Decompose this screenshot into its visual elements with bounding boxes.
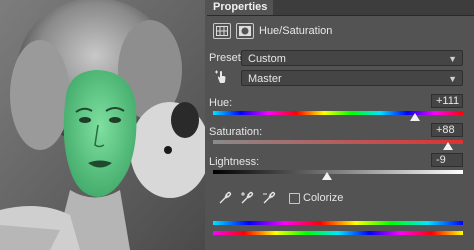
properties-panel: Properties Hue/Saturation Preset: Custom… xyxy=(205,0,474,250)
lightness-value-field[interactable]: -9 xyxy=(431,153,463,167)
hue-slider-track[interactable] xyxy=(213,111,463,115)
panel-header: Properties xyxy=(207,0,474,16)
colorize-checkbox[interactable] xyxy=(289,193,300,204)
saturation-value-field[interactable]: +88 xyxy=(431,123,463,137)
eyedropper-subtract-icon[interactable] xyxy=(262,191,276,208)
channel-dropdown[interactable]: Master ▼ xyxy=(241,70,463,86)
colorize-label: Colorize xyxy=(303,192,344,204)
grid-icon[interactable] xyxy=(213,23,231,39)
chevron-down-icon: ▼ xyxy=(448,54,457,64)
saturation-slider-track[interactable] xyxy=(213,140,463,144)
input-color-bar xyxy=(213,221,463,225)
preset-label: Preset: xyxy=(209,52,244,64)
channel-value: Master xyxy=(248,73,282,85)
properties-tab[interactable]: Properties xyxy=(207,0,274,15)
chevron-down-icon: ▼ xyxy=(448,74,457,84)
hue-label: Hue: xyxy=(209,97,233,109)
hand-target-icon[interactable] xyxy=(214,69,230,88)
lightness-slider-track[interactable] xyxy=(213,170,463,174)
hue-slider-thumb[interactable] xyxy=(410,113,420,121)
output-color-bar xyxy=(213,231,463,235)
photo-canvas[interactable] xyxy=(0,0,205,250)
lightness-label: Lightness: xyxy=(209,156,260,168)
lightness-slider-thumb[interactable] xyxy=(321,172,332,180)
mask-icon[interactable] xyxy=(236,23,254,39)
eyedropper-icon[interactable] xyxy=(218,191,232,208)
eyedropper-add-icon[interactable] xyxy=(240,191,254,208)
hue-value-field[interactable]: +111 xyxy=(431,94,463,108)
adjustment-title-row: Hue/Saturation xyxy=(213,22,332,40)
adjustment-title: Hue/Saturation xyxy=(259,25,333,37)
preset-value: Custom xyxy=(248,53,286,65)
portrait-image xyxy=(0,0,205,250)
saturation-label: Saturation: xyxy=(209,126,263,138)
saturation-slider-thumb[interactable] xyxy=(443,142,453,150)
preset-dropdown[interactable]: Custom ▼ xyxy=(241,50,463,66)
